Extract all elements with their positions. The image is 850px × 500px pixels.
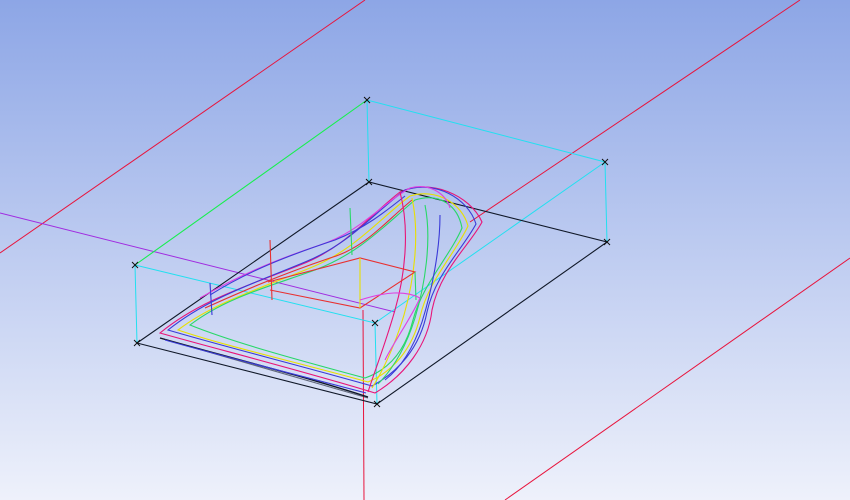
3d-scene[interactable]	[0, 0, 850, 500]
viewport-background	[0, 0, 850, 500]
3d-viewport[interactable]	[0, 0, 850, 500]
